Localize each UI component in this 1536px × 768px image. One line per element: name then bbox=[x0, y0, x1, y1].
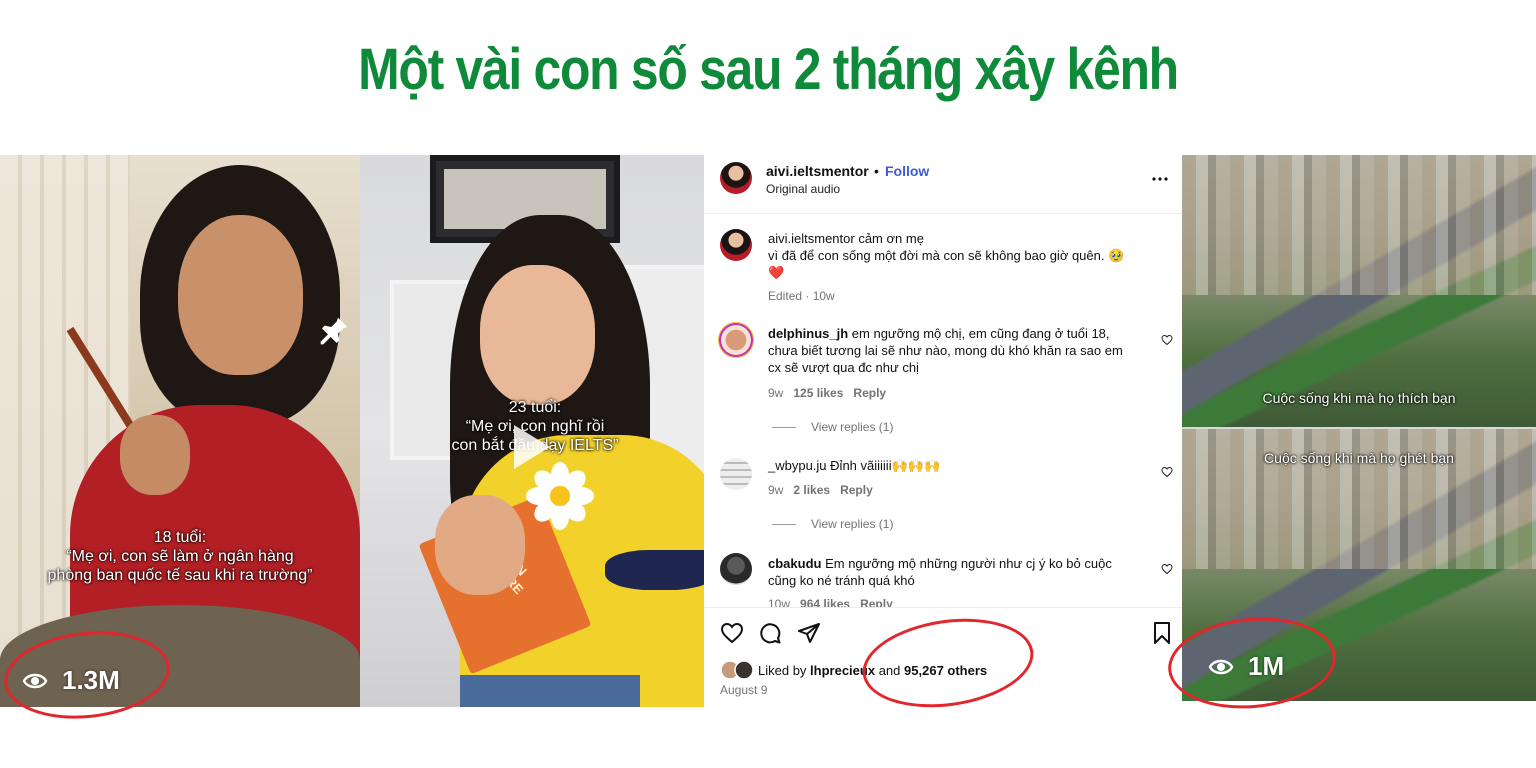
comment-text: cx sẽ vượt qua đc như chị bbox=[768, 360, 919, 375]
person-jeans bbox=[460, 675, 640, 707]
comment-username[interactable]: delphinus_jh bbox=[768, 326, 848, 341]
post-caption: aivi.ieltsmentor cảm ơn mẹ vì đã để con … bbox=[768, 230, 1168, 281]
comment-likes[interactable]: 964 likes bbox=[800, 597, 850, 607]
reply-button[interactable]: Reply bbox=[860, 597, 893, 607]
divider bbox=[772, 427, 796, 428]
heart-icon[interactable] bbox=[1161, 466, 1173, 478]
reply-button[interactable]: Reply bbox=[840, 483, 873, 497]
page-title: Một vài con số sau 2 tháng xây kênh bbox=[358, 37, 1179, 102]
comment-text: Em ngưỡng mộ những người như cj ý ko bỏ … bbox=[825, 556, 1112, 571]
comment-time: 9w bbox=[768, 483, 784, 497]
shirt-collar bbox=[605, 550, 704, 590]
comment-meta: 9w 125 likes Reply bbox=[768, 386, 886, 400]
heart-icon[interactable] bbox=[1161, 334, 1173, 346]
like-heart-icon[interactable] bbox=[720, 621, 744, 645]
avatar[interactable] bbox=[720, 458, 752, 490]
avatar[interactable] bbox=[718, 322, 754, 358]
post-date: August 9 bbox=[720, 683, 768, 697]
heart-icon[interactable] bbox=[1161, 563, 1173, 575]
comment-likes[interactable]: 2 likes bbox=[793, 483, 830, 497]
reel-caption-top: Cuộc sống khi mà họ thích bạn bbox=[1262, 390, 1456, 406]
comment-meta: 9w 2 likes Reply bbox=[768, 483, 873, 497]
bookmark-icon[interactable] bbox=[1150, 621, 1174, 645]
comment-text: cũng ko né tránh quá khó bbox=[768, 573, 915, 588]
comment-username[interactable]: cbakudu bbox=[768, 556, 821, 571]
caption-meta: Edited · 10w bbox=[768, 289, 835, 303]
reel-caption-bottom: Cuộc sống khi mà họ ghét bạn bbox=[1264, 450, 1454, 466]
person-hand bbox=[120, 415, 190, 495]
comment: delphinus_jh em ngưỡng mộ chị, em cũng đ… bbox=[768, 325, 1158, 376]
city-aerial-top bbox=[1182, 155, 1536, 427]
divider bbox=[704, 213, 1182, 214]
avatar[interactable] bbox=[720, 229, 752, 261]
avatar[interactable] bbox=[720, 162, 752, 194]
reel-thumbnail-1[interactable]: 18 tuổi: “Mẹ ơi, con sẽ làm ở ngân hàng … bbox=[0, 155, 360, 707]
comment-likes[interactable]: 125 likes bbox=[793, 386, 843, 400]
avatar[interactable] bbox=[720, 553, 752, 585]
comment: cbakudu Em ngưỡng mộ những người như cj … bbox=[768, 555, 1158, 589]
reel-caption-1: 18 tuổi: “Mẹ ơi, con sẽ làm ở ngân hàng … bbox=[10, 528, 350, 585]
view-replies-button[interactable]: View replies (1) bbox=[811, 420, 893, 434]
comment: _wbypu.ju Đỉnh vãiiiiii🙌🙌🙌 bbox=[768, 457, 1158, 474]
caption-text: ❤️ bbox=[768, 265, 785, 280]
separator-dot: • bbox=[874, 163, 879, 179]
reel-thumbnail-2[interactable]: AMERICAN LITERATURE 23 tuổi: “Mẹ ơi, con… bbox=[360, 155, 704, 707]
comment-text: Đỉnh vãiiiiii🙌🙌🙌 bbox=[830, 458, 941, 473]
share-icon[interactable] bbox=[797, 621, 821, 645]
caption-line: 23 tuổi: bbox=[508, 399, 562, 416]
comment-meta: 10w 964 likes Reply bbox=[768, 597, 893, 607]
comment-text: chưa biết tương lai sẽ như nào, mong dù … bbox=[768, 343, 1123, 358]
person-face bbox=[178, 215, 303, 375]
caption-text: vì đã để con sống một đời mà con sẽ khôn… bbox=[768, 248, 1125, 263]
divider bbox=[772, 524, 796, 525]
follow-button[interactable]: Follow bbox=[885, 163, 929, 179]
comment-text: em ngưỡng mộ chị, em cũng đang ở tuổi 18… bbox=[851, 326, 1110, 341]
divider bbox=[704, 607, 1182, 608]
caption-username[interactable]: aivi.ieltsmentor bbox=[768, 231, 855, 246]
comment-icon[interactable] bbox=[758, 621, 782, 645]
post-username[interactable]: aivi.ieltsmentor bbox=[766, 163, 869, 179]
person-face bbox=[480, 265, 595, 405]
liked-avatars bbox=[720, 660, 754, 680]
pin-icon bbox=[320, 317, 348, 345]
comment-time: 10w bbox=[768, 597, 791, 607]
caption-line: 18 tuổi: bbox=[153, 529, 207, 546]
comment-username[interactable]: _wbypu.ju bbox=[768, 458, 827, 473]
person-hands bbox=[435, 495, 525, 595]
audio-label[interactable]: Original audio bbox=[766, 182, 840, 196]
reply-button[interactable]: Reply bbox=[853, 386, 886, 400]
more-options-icon[interactable] bbox=[1152, 177, 1168, 181]
caption-line: phòng ban quốc tế sau khi ra trường” bbox=[47, 567, 313, 584]
caption-text: cảm ơn mẹ bbox=[858, 231, 924, 246]
flower-icon bbox=[526, 462, 594, 530]
view-replies-button[interactable]: View replies (1) bbox=[811, 517, 893, 531]
caption-line: “Mẹ ơi, con sẽ làm ở ngân hàng bbox=[66, 548, 294, 565]
comment-time: 9w bbox=[768, 386, 784, 400]
liked-prefix: Liked by bbox=[758, 663, 807, 678]
